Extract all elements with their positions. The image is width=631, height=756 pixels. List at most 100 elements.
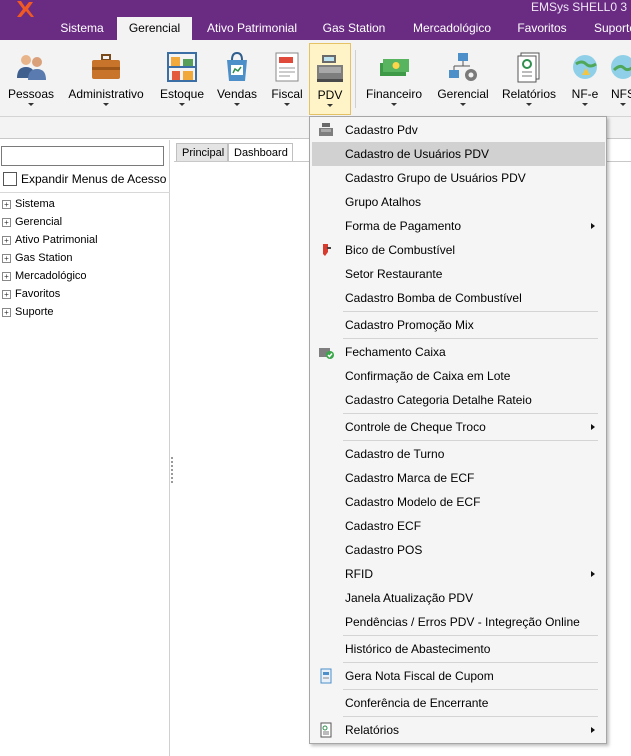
- expand-menus-checkbox[interactable]: [3, 172, 17, 186]
- expand-plus-icon[interactable]: +: [2, 217, 11, 227]
- tab-favoritos[interactable]: Favoritos: [508, 17, 576, 40]
- menu-separator: [343, 689, 598, 690]
- menu-item-cadastro-promocao-mix[interactable]: Cadastro Promoção Mix: [312, 313, 605, 337]
- access-menu-panel: Expandir Menus de Acesso + Sistema + Geren…: [0, 140, 170, 756]
- financeiro-button[interactable]: Financeiro: [362, 43, 426, 115]
- ribbon-divider: [355, 50, 356, 108]
- menu-separator: [343, 440, 598, 441]
- expand-plus-icon[interactable]: +: [2, 307, 11, 317]
- people-icon: [17, 55, 46, 80]
- tree-item-label: Sistema: [15, 198, 55, 210]
- money-icon: [380, 59, 409, 76]
- tree-item-gas-station[interactable]: + Gas Station: [2, 249, 72, 267]
- nfs-icon: [611, 55, 631, 79]
- tab-suporte[interactable]: Suporte: [584, 17, 631, 40]
- pessoas-button[interactable]: Pessoas: [3, 43, 59, 115]
- menu-separator: [343, 338, 598, 339]
- estoque-label: Estoque: [159, 87, 205, 101]
- tree-item-label: Favoritos: [15, 288, 61, 300]
- report-icon: [320, 722, 332, 738]
- expand-plus-icon[interactable]: +: [2, 199, 11, 209]
- tax-document-icon: [275, 52, 299, 82]
- tree-item-ativo-patrimonial[interactable]: + Ativo Patrimonial: [2, 231, 98, 249]
- fiscal-button[interactable]: Fiscal: [266, 43, 308, 115]
- window-title: EMSys SHELL0 3: [530, 0, 627, 14]
- tree-item-favoritos[interactable]: + Favoritos: [2, 285, 60, 303]
- menu-item-forma-pagamento[interactable]: Forma de Pagamento: [312, 214, 605, 238]
- tab-gas-station[interactable]: Gas Station: [313, 17, 395, 40]
- tree-item-label: Suporte: [15, 306, 54, 318]
- nfs-label: NFS: [611, 87, 631, 101]
- tab-mercadologico[interactable]: Mercadológico: [400, 17, 504, 40]
- tree-item-suporte[interactable]: + Suporte: [2, 303, 54, 321]
- dropdown-arrow-icon: [28, 103, 34, 106]
- pdv-dropdown-menu: Cadastro Pdv Cadastro de Usuários PDV Ca…: [309, 116, 607, 744]
- menu-item-janela-atualizacao-pdv[interactable]: Janela Atualização PDV: [312, 586, 605, 610]
- submenu-arrow-icon: [591, 424, 595, 430]
- menu-item-cadastro-ecf[interactable]: Cadastro ECF: [312, 514, 605, 538]
- title-bar: EMSys SHELL0 3 Sistema Gerencial Ativo P…: [0, 0, 631, 40]
- menu-item-relatorios[interactable]: Relatórios: [312, 718, 605, 742]
- menu-search-input[interactable]: [1, 146, 164, 166]
- expand-plus-icon[interactable]: +: [2, 271, 11, 281]
- administrativo-button[interactable]: Administrativo: [63, 43, 149, 115]
- dropdown-arrow-icon: [620, 103, 626, 106]
- expand-plus-icon[interactable]: +: [2, 253, 11, 263]
- vendas-button[interactable]: Vendas: [213, 43, 261, 115]
- expand-menus-label: Expandir Menus de Acesso: [21, 172, 167, 186]
- menu-separator: [343, 311, 598, 312]
- menu-item-setor-restaurante[interactable]: Setor Restaurante: [312, 262, 605, 286]
- gerencial-button[interactable]: Gerencial: [434, 43, 492, 115]
- expand-plus-icon[interactable]: +: [2, 235, 11, 245]
- tree-item-gerencial[interactable]: + Gerencial: [2, 213, 62, 231]
- menu-item-cadastro-usuarios-pdv[interactable]: Cadastro de Usuários PDV: [312, 142, 605, 166]
- nfe-label: NF-e: [571, 87, 599, 101]
- menu-item-fechamento-caixa[interactable]: Fechamento Caixa: [312, 340, 605, 364]
- menu-item-rfid[interactable]: RFID: [312, 562, 605, 586]
- pdv-button[interactable]: PDV: [309, 43, 351, 115]
- relatorios-button[interactable]: Relatórios: [498, 43, 560, 115]
- menu-item-cadastro-turno[interactable]: Cadastro de Turno: [312, 442, 605, 466]
- pessoas-label: Pessoas: [7, 87, 55, 101]
- menu-item-confirmacao-caixa-lote[interactable]: Confirmação de Caixa em Lote: [312, 364, 605, 388]
- menu-separator: [343, 635, 598, 636]
- nfe-button[interactable]: NF-e: [566, 43, 604, 115]
- menu-item-cadastro-marca-ecf[interactable]: Cadastro Marca de ECF: [312, 466, 605, 490]
- menu-separator: [343, 413, 598, 414]
- menu-item-controle-cheque-troco[interactable]: Controle de Cheque Troco: [312, 415, 605, 439]
- menu-item-pendencias-erros-pdv[interactable]: Pendências / Erros PDV - Integreção Onli…: [312, 610, 605, 634]
- menu-item-cadastro-modelo-ecf[interactable]: Cadastro Modelo de ECF: [312, 490, 605, 514]
- nfs-button[interactable]: NFS: [608, 43, 631, 115]
- menu-item-gera-nota-fiscal-cupom[interactable]: Gera Nota Fiscal de Cupom: [312, 664, 605, 688]
- menu-item-cadastro-pos[interactable]: Cadastro POS: [312, 538, 605, 562]
- menu-item-cadastro-categoria-rateio[interactable]: Cadastro Categoria Detalhe Rateio: [312, 388, 605, 412]
- dropdown-arrow-icon: [284, 103, 290, 106]
- tab-principal[interactable]: Principal: [176, 143, 228, 162]
- register-check-icon: [319, 348, 334, 359]
- menu-item-historico-abastecimento[interactable]: Histórico de Abastecimento: [312, 637, 605, 661]
- menu-item-cadastro-grupo-usuarios-pdv[interactable]: Cadastro Grupo de Usuários PDV: [312, 166, 605, 190]
- tree-item-label: Ativo Patrimonial: [15, 234, 98, 246]
- financeiro-label: Financeiro: [365, 87, 423, 101]
- report-icon: [517, 52, 540, 83]
- tab-ativo-patrimonial[interactable]: Ativo Patrimonial: [196, 17, 308, 40]
- menu-item-cadastro-bomba-combustivel[interactable]: Cadastro Bomba de Combustível: [312, 286, 605, 310]
- menu-item-bico-combustivel[interactable]: Bico de Combustível: [312, 238, 605, 262]
- dropdown-arrow-icon: [526, 103, 532, 106]
- main-tabs: Sistema Gerencial Ativo Patrimonial Gas …: [0, 17, 631, 40]
- tree-item-sistema[interactable]: + Sistema: [2, 195, 55, 213]
- expand-plus-icon[interactable]: +: [2, 289, 11, 299]
- estoque-button[interactable]: Estoque: [157, 43, 207, 115]
- menu-item-cadastro-pdv[interactable]: Cadastro Pdv: [312, 118, 605, 142]
- menu-item-conferencia-encerrante[interactable]: Conferência de Encerrante: [312, 691, 605, 715]
- briefcase-icon: [92, 54, 120, 79]
- submenu-arrow-icon: [591, 223, 595, 229]
- network-gear-icon: [449, 53, 477, 81]
- tab-dashboard[interactable]: Dashboard: [228, 143, 293, 162]
- tab-sistema[interactable]: Sistema: [50, 17, 114, 40]
- relatorios-label: Relatórios: [501, 87, 557, 101]
- menu-item-grupo-atalhos[interactable]: Grupo Atalhos: [312, 190, 605, 214]
- tab-gerencial[interactable]: Gerencial: [117, 17, 192, 40]
- divider: [0, 192, 170, 193]
- tree-item-mercadologico[interactable]: + Mercadológico: [2, 267, 87, 285]
